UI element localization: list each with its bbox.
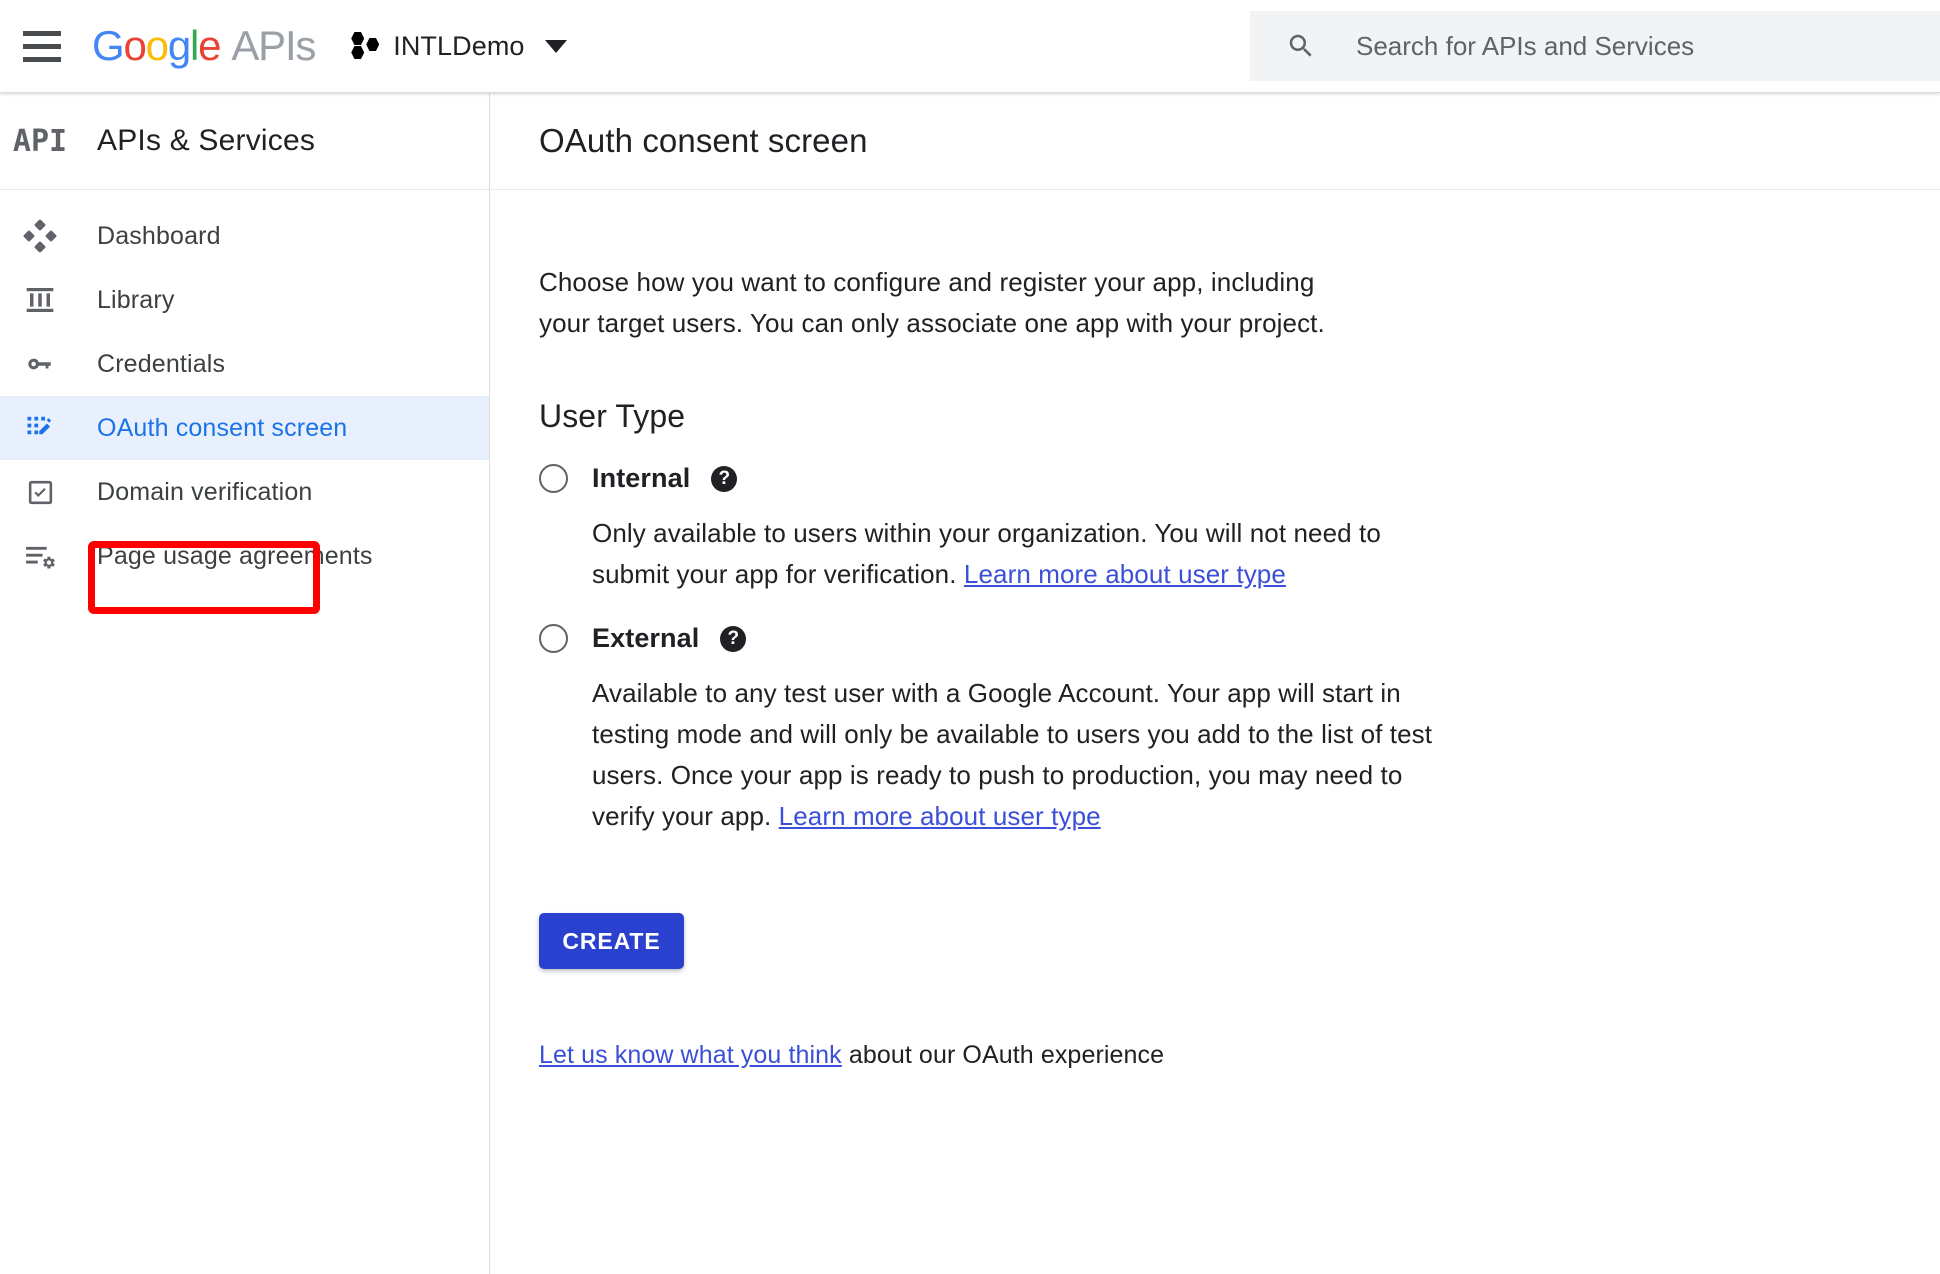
sidebar-item-label: Dashboard [97,221,221,250]
top-app-bar: Go o g l e APIs INTLDemo [0,0,1940,93]
create-button[interactable]: CREATE [539,913,684,969]
help-circle-icon[interactable]: ? [711,465,738,492]
logo-letter-g: G [92,22,125,69]
sidebar-item-oauth-consent-screen[interactable]: OAuth consent screen [0,396,489,460]
option-label-internal: Internal [592,463,691,493]
hamburger-bar-3 [23,56,61,62]
sidebar-item-label: Credentials [97,349,226,378]
list-gear-icon [10,540,70,573]
library-icon [10,284,70,316]
sidebar-item-library[interactable]: Library [0,268,489,332]
intro-paragraph: Choose how you want to configure and reg… [539,267,1325,338]
chevron-down-icon [544,39,567,53]
feedback-note-rest: about our OAuth experience [841,1041,1165,1069]
sidebar-item-label: Domain verification [97,477,313,506]
project-selector[interactable]: INTLDemo [345,18,572,74]
sidebar-title: APIs & Services [97,124,316,157]
sidebar: API APIs & Services Dashboard Library Cr… [0,93,490,1274]
feedback-link[interactable]: Let us know what you think [539,1041,842,1069]
sidebar-item-page-usage-agreements[interactable]: Page usage agreements [0,524,489,588]
api-badge-icon: API [12,123,68,159]
search-bar[interactable] [1250,11,1940,81]
dashboard-icon [10,219,70,253]
sidebar-item-credentials[interactable]: Credentials [0,332,489,396]
option-description-external: Available to any test user with a Google… [592,673,1442,837]
sidebar-item-domain-verification[interactable]: Domain verification [0,460,489,524]
content-body: Choose how you want to configure and reg… [491,190,1940,1070]
google-apis-logo[interactable]: Go o g l e APIs [92,22,316,70]
sidebar-nav: Dashboard Library Credentials OAuth cons… [0,190,489,588]
hamburger-menu-icon[interactable] [10,14,74,78]
logo-letter-l: l [190,22,199,69]
user-type-heading: User Type [539,398,686,434]
consent-screen-icon [10,413,70,443]
logo-letter-e: e [198,22,221,69]
search-input[interactable] [1356,26,1896,66]
logo-letter-o1: o [123,22,146,69]
learn-more-link-internal[interactable]: Learn more about user type [964,559,1286,589]
hamburger-bar-1 [23,30,61,36]
option-label-external: External [592,623,700,653]
content-header: OAuth consent screen [491,93,1940,190]
page-title: OAuth consent screen [539,122,868,159]
sidebar-item-label: Page usage agreements [97,541,373,570]
learn-more-link-external[interactable]: Learn more about user type [779,801,1101,831]
user-type-option-internal[interactable]: Internal ? [539,463,1940,494]
user-type-option-external[interactable]: External ? [539,623,1940,654]
checkbox-icon [10,477,70,508]
radio-external[interactable] [539,624,568,653]
search-icon [1289,34,1312,57]
sidebar-item-label: Library [97,285,175,314]
radio-internal[interactable] [539,464,568,493]
sidebar-item-dashboard[interactable]: Dashboard [0,204,489,268]
logo-letter-o2: o [145,22,169,69]
key-icon [10,347,70,381]
feedback-note: Let us know what you think about our OAu… [539,1041,1940,1070]
main-content: OAuth consent screen Choose how you want… [491,93,1940,1274]
sidebar-header: API APIs & Services [0,93,489,190]
help-circle-icon[interactable]: ? [720,625,747,652]
logo-letter-g2: g [167,22,191,69]
project-hexagons-icon [351,31,381,61]
hamburger-bar-2 [23,43,61,49]
option-description-internal: Only available to users within your orga… [592,513,1442,595]
project-name-label: INTLDemo [393,30,525,61]
sidebar-item-label: OAuth consent screen [97,413,348,442]
logo-apis-text: APIs [231,22,316,69]
